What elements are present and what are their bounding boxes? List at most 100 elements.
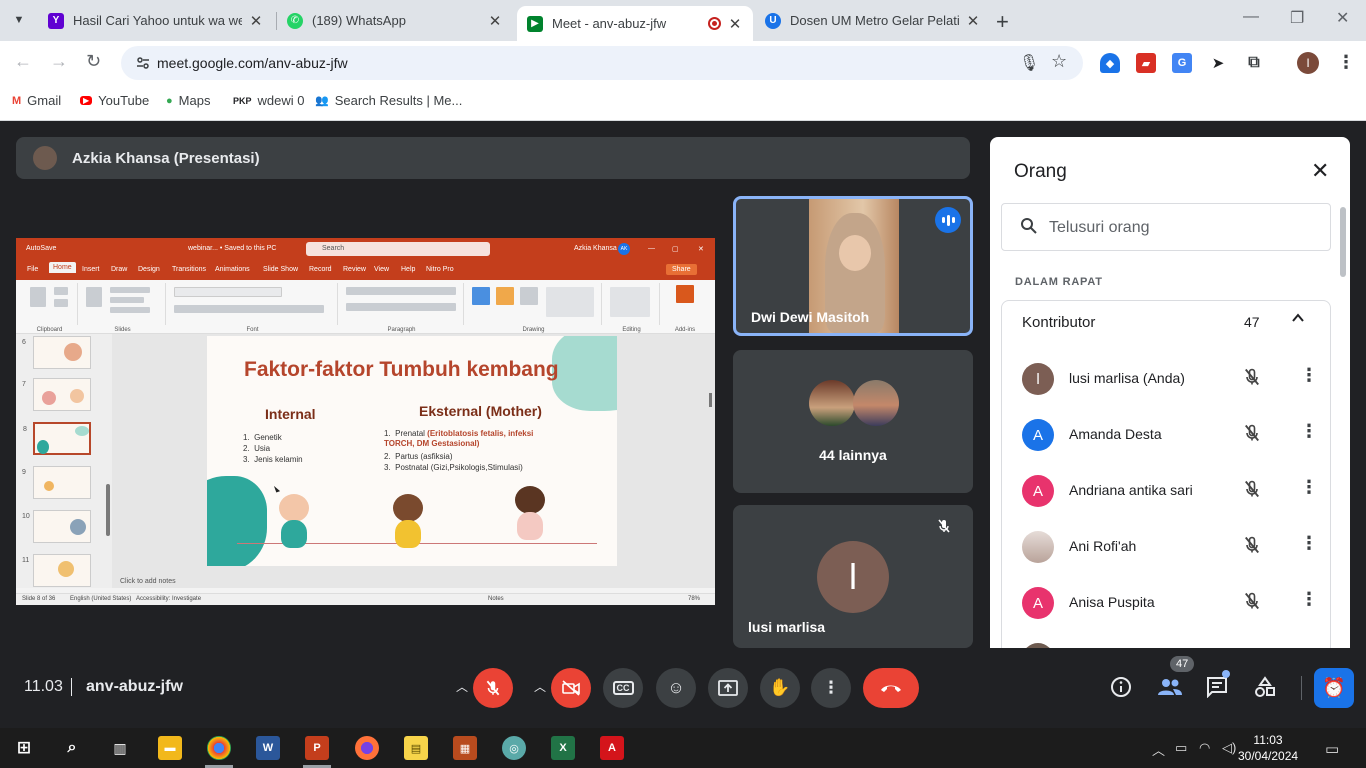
address-bar[interactable]: meet.google.com/anv-abuz-jfw 🎙 ☆ (121, 46, 1083, 80)
excel-icon[interactable]: X (551, 736, 575, 760)
app-grid-icon[interactable]: ▦ (453, 736, 477, 760)
bookmark-gmail[interactable]: M Gmail (12, 93, 61, 108)
close-panel-icon[interactable]: ✕ (1311, 158, 1329, 184)
group-header[interactable]: Kontributor 47 (1002, 301, 1332, 343)
tab-dosen[interactable]: U Dosen UM Metro Gelar Pelatiha ✕ (755, 0, 991, 41)
translate-icon[interactable]: G (1172, 53, 1192, 73)
camera-toggle-button[interactable] (551, 668, 591, 708)
people-icon[interactable] (1157, 676, 1183, 704)
bookmark-wdewi[interactable]: PKP wdewi 0 (233, 93, 304, 108)
tab-close-icon[interactable]: ✕ (248, 12, 264, 30)
file-explorer-icon[interactable]: ▬ (158, 736, 182, 760)
mic-off-icon (936, 518, 952, 537)
tab-meet[interactable]: ▶ Meet - anv-abuz-jfw ✕ (517, 6, 753, 41)
app-icon[interactable]: ◎ (502, 736, 526, 760)
tab-search-button[interactable]: ▼ (8, 9, 30, 31)
chat-icon[interactable] (1206, 676, 1228, 704)
thumbnail-number: 8 (23, 426, 27, 433)
tab-close-icon[interactable]: ✕ (487, 12, 503, 30)
extensions-puzzle-icon[interactable]: ⧉ (1244, 53, 1264, 73)
extension-icon[interactable]: ➤ (1208, 53, 1228, 73)
ribbon-group-label: Font (246, 327, 259, 333)
list-item[interactable] (1002, 631, 1332, 648)
chrome-icon[interactable] (207, 736, 231, 760)
more-options-icon[interactable]: ⋮ (1300, 533, 1318, 554)
host-controls-button[interactable]: ⏰ (1314, 668, 1354, 708)
list-item[interactable]: A Amanda Desta ⋮ (1002, 407, 1332, 463)
extension-icon[interactable]: ▰ (1136, 53, 1156, 73)
search-placeholder: Telusuri orang (1049, 219, 1150, 236)
meeting-info-icon[interactable] (1110, 676, 1132, 704)
search-icon (1020, 217, 1038, 240)
search-icon[interactable]: ⌕ (60, 736, 84, 760)
tray-chevron-icon[interactable]: ︿ (1152, 740, 1165, 759)
minimize-icon[interactable]: — (1243, 8, 1259, 26)
audio-options-chevron-icon[interactable]: ︿ (456, 678, 468, 695)
back-icon[interactable]: ← (14, 51, 32, 72)
tab-whatsapp[interactable]: ✆ (189) WhatsApp ✕ (277, 0, 513, 41)
sticky-notes-icon[interactable]: ▤ (404, 736, 428, 760)
menu-item: Record (309, 266, 332, 273)
new-tab-button[interactable]: + (996, 9, 1009, 35)
acrobat-icon[interactable]: A (600, 736, 624, 760)
more-options-button[interactable]: ⋮ (811, 668, 851, 708)
reload-icon[interactable]: ↻ (86, 51, 101, 72)
list-item[interactable]: Ani Rofi'ah ⋮ (1002, 519, 1332, 575)
participant-tile-others[interactable]: 44 lainnya (733, 350, 973, 493)
leave-call-button[interactable] (863, 668, 919, 708)
close-window-icon[interactable]: ✕ (1336, 8, 1349, 28)
extension-icon[interactable]: ◆ (1100, 53, 1120, 73)
list-item[interactable]: A Anisa Puspita ⋮ (1002, 575, 1332, 631)
video-options-chevron-icon[interactable]: ︿ (534, 678, 546, 695)
thumbnail-number: 10 (22, 513, 30, 520)
emoji-button[interactable]: ☺ (656, 668, 696, 708)
participant-tile-self[interactable]: l lusi marlisa (733, 505, 973, 648)
slide-thumbnails: 6 7 8 9 10 11 (16, 334, 112, 588)
bookmark-search-results[interactable]: 👥 Search Results | Me... (315, 93, 462, 108)
windows-start-icon[interactable]: ⊞ (12, 736, 36, 760)
bookmark-youtube[interactable]: ▶ YouTube (80, 93, 149, 108)
site-info-icon[interactable] (135, 55, 151, 71)
present-icon (718, 680, 738, 696)
bookmark-maps[interactable]: ● Maps (166, 93, 210, 108)
restore-icon[interactable]: ❐ (1290, 8, 1304, 28)
firefox-icon[interactable] (355, 736, 379, 760)
battery-icon[interactable]: ▭ (1175, 740, 1187, 756)
present-screen-button[interactable] (708, 668, 748, 708)
mic-toggle-button[interactable] (473, 668, 513, 708)
raise-hand-button[interactable]: ✋ (760, 668, 800, 708)
more-options-icon[interactable]: ⋮ (1300, 589, 1318, 610)
browser-menu-icon[interactable]: ⋮ (1337, 52, 1355, 73)
powerpoint-icon[interactable]: P (305, 736, 329, 760)
captions-button[interactable]: CC (603, 668, 643, 708)
more-options-icon[interactable]: ⋮ (1300, 477, 1318, 498)
ribbon-group-label: Editing (622, 327, 641, 333)
chat-notification-dot (1222, 670, 1230, 678)
tab-yahoo[interactable]: Y Hasil Cari Yahoo untuk wa web ✕ (38, 0, 274, 41)
more-options-icon[interactable]: ⋮ (1300, 421, 1318, 442)
bookmark-star-icon[interactable]: ☆ (1051, 51, 1067, 72)
yahoo-icon: Y (48, 12, 64, 29)
presenter-bar: Azkia Khansa (Presentasi) (16, 137, 970, 179)
more-options-icon[interactable]: ⋮ (1300, 365, 1318, 386)
profile-avatar[interactable]: I (1297, 52, 1319, 74)
volume-icon[interactable]: ◁) (1222, 740, 1236, 756)
word-icon[interactable]: W (256, 736, 280, 760)
tab-close-icon[interactable]: ✕ (727, 15, 743, 33)
panel-scrollbar[interactable] (1340, 207, 1346, 277)
system-clock[interactable]: 11:03 30/04/2024 (1238, 732, 1298, 764)
list-item[interactable]: l lusi marlisa (Anda) ⋮ (1002, 351, 1332, 407)
url-text: meet.google.com/anv-abuz-jfw (157, 55, 348, 71)
list-item[interactable]: A Andriana antika sari ⋮ (1002, 463, 1332, 519)
people-search-input[interactable]: Telusuri orang (1001, 203, 1331, 251)
windows-taskbar: ⊞ ⌕ ▥ ▬ W P ▤ ▦ ◎ X A ︿ ▭ ◠ ◁) 11:03 30/… (0, 728, 1366, 768)
chevron-up-icon[interactable] (1291, 311, 1305, 330)
forward-icon[interactable]: → (50, 51, 68, 72)
notifications-icon[interactable]: ▭ (1325, 740, 1339, 758)
microphone-icon[interactable]: 🎙 (1019, 53, 1039, 73)
participant-tile-active[interactable]: Dwi Dewi Masitoh (733, 196, 973, 336)
activities-icon[interactable] (1254, 676, 1276, 704)
tab-close-icon[interactable]: ✕ (965, 12, 981, 30)
task-view-icon[interactable]: ▥ (108, 736, 132, 760)
wifi-icon[interactable]: ◠ (1199, 740, 1210, 756)
